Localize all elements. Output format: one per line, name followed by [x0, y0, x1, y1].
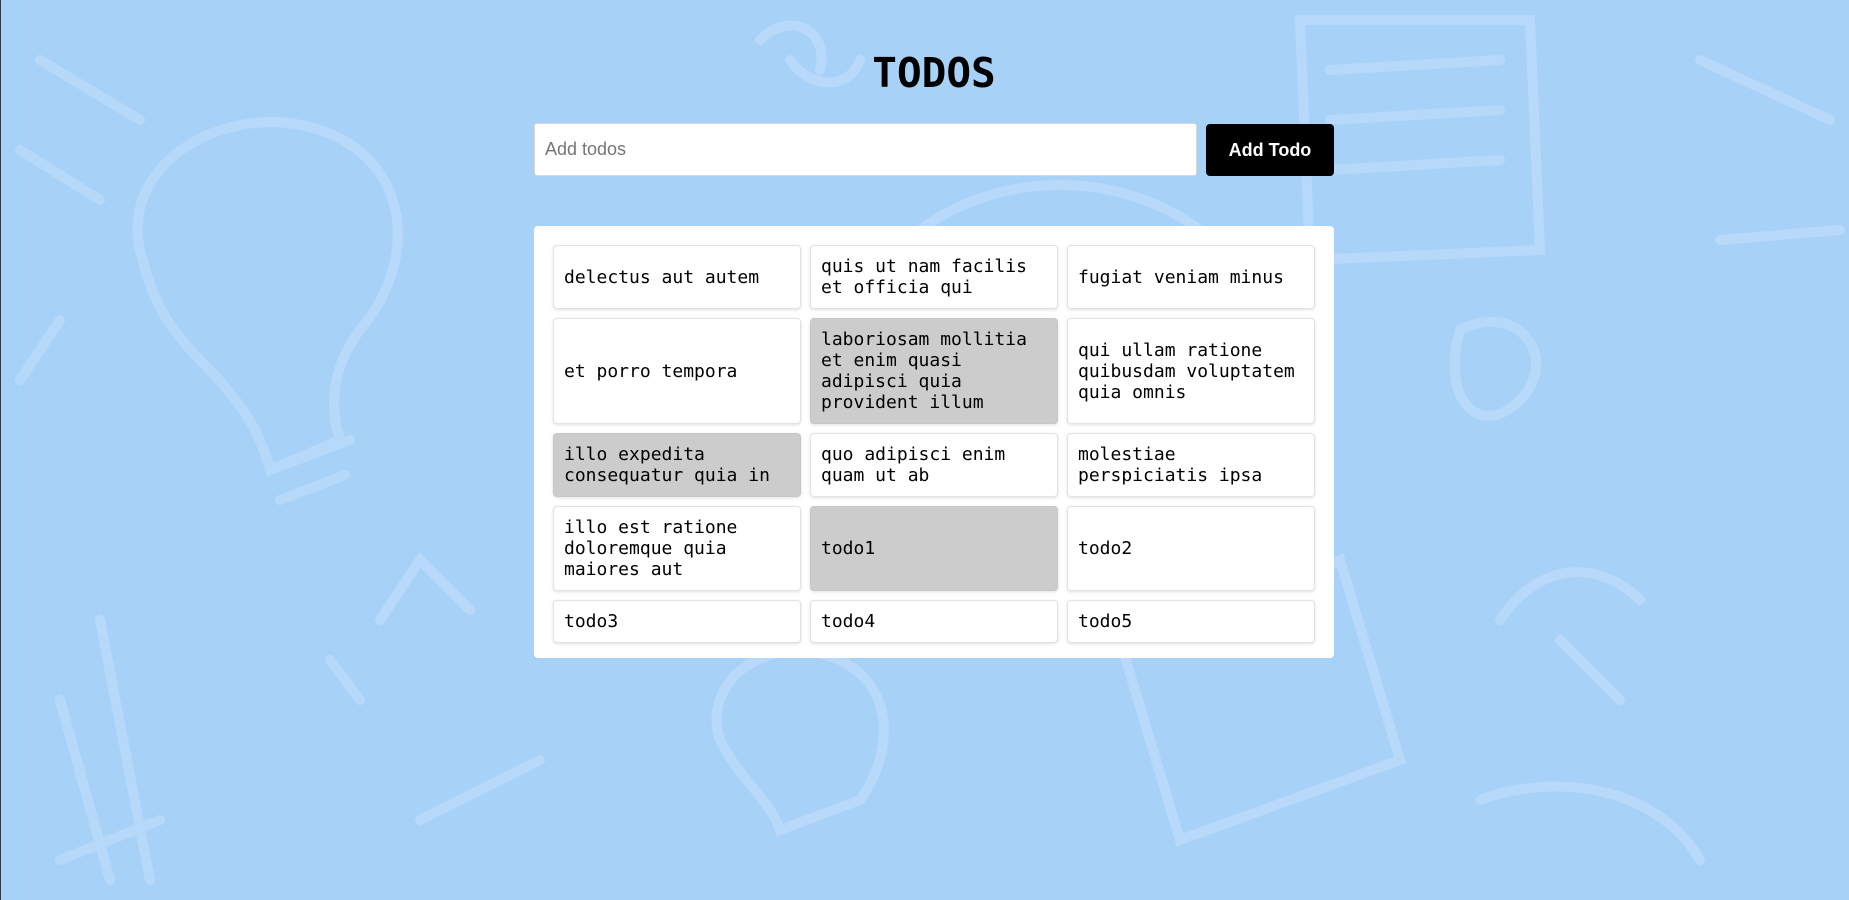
todo-card[interactable]: quis ut nam facilis et officia qui	[810, 245, 1058, 309]
todo-text: illo expedita consequatur quia in	[564, 444, 770, 486]
todo-text: molestiae perspiciatis ipsa	[1078, 444, 1263, 486]
todo-grid: delectus aut autem quis ut nam facilis e…	[553, 245, 1315, 643]
todo-text: qui ullam ratione quibusdam voluptatem q…	[1078, 339, 1295, 403]
todo-text: et porro tempora	[564, 360, 738, 382]
todo-card[interactable]: todo2	[1067, 506, 1315, 591]
todo-card[interactable]: quo adipisci enim quam ut ab	[810, 433, 1058, 497]
todo-card[interactable]: fugiat veniam minus	[1067, 245, 1315, 309]
todo-card[interactable]: delectus aut autem	[553, 245, 801, 309]
todo-text: fugiat veniam minus	[1078, 266, 1284, 288]
todo-card[interactable]: todo4	[810, 600, 1058, 643]
add-todo-button[interactable]: Add Todo	[1206, 124, 1334, 176]
todo-text: todo4	[821, 611, 876, 632]
todo-board: delectus aut autem quis ut nam facilis e…	[534, 226, 1334, 658]
todo-card[interactable]: qui ullam ratione quibusdam voluptatem q…	[1067, 318, 1315, 424]
add-todo-input[interactable]	[534, 123, 1197, 176]
todo-text: laboriosam mollitia et enim quasi adipis…	[821, 329, 1027, 413]
todo-card[interactable]: laboriosam mollitia et enim quasi adipis…	[810, 318, 1058, 424]
todo-card[interactable]: todo3	[553, 600, 801, 643]
page-title: TODOS	[872, 49, 996, 97]
todo-card[interactable]: illo expedita consequatur quia in	[553, 433, 801, 497]
todo-text: todo1	[821, 538, 876, 559]
todo-card[interactable]: illo est ratione doloremque quia maiores…	[553, 506, 801, 591]
todo-text: delectus aut autem	[564, 266, 760, 288]
todo-card[interactable]: et porro tempora	[553, 318, 801, 424]
todo-app: TODOS Add Todo delectus aut autem quis u…	[0, 0, 1849, 900]
todo-text: todo2	[1078, 538, 1133, 559]
todo-card[interactable]: todo5	[1067, 600, 1315, 643]
todo-text: quis ut nam facilis et officia qui	[821, 256, 1027, 298]
todo-card[interactable]: todo1	[810, 506, 1058, 591]
todo-text: illo est ratione doloremque quia maiores…	[564, 517, 738, 580]
todo-text: todo3	[564, 611, 619, 632]
todo-card[interactable]: molestiae perspiciatis ipsa	[1067, 433, 1315, 497]
todo-text: todo5	[1078, 611, 1133, 632]
todo-text: quo adipisci enim quam ut ab	[821, 444, 1006, 486]
